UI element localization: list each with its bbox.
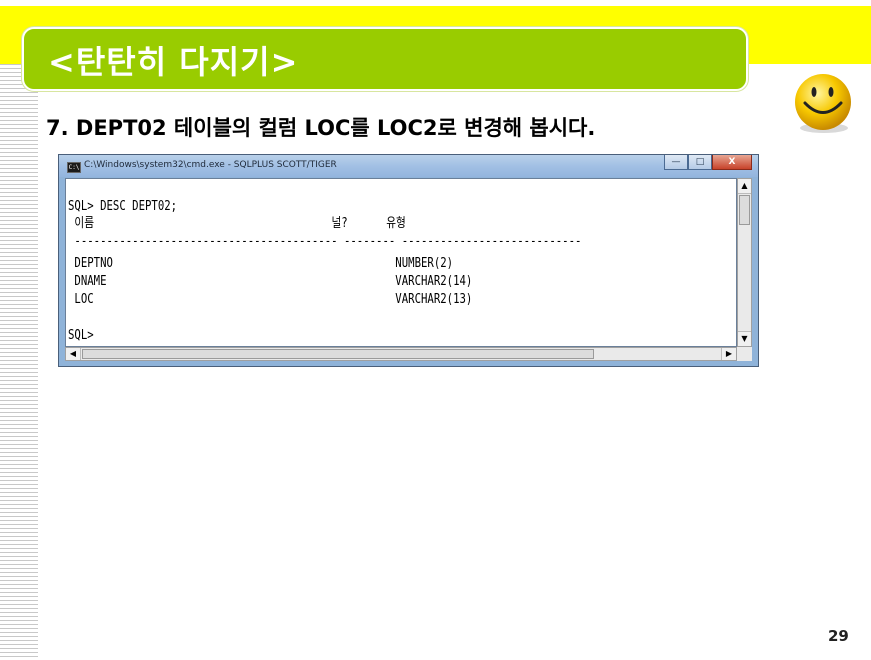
window-controls: — □ X: [664, 155, 752, 171]
question-text: 7. DEPT02 테이블의 컬럼 LOC를 LOC2로 변경해 봅시다.: [46, 116, 596, 140]
page-number: 29: [828, 627, 849, 645]
window-titlebar[interactable]: C:\ C:\Windows\system32\cmd.exe - SQLPLU…: [59, 155, 758, 177]
left-stripe-decoration: [0, 64, 38, 660]
scroll-up-arrow-icon[interactable]: ▲: [738, 179, 751, 194]
scroll-down-arrow-icon[interactable]: ▼: [738, 331, 751, 346]
cmd-icon: C:\: [67, 162, 81, 173]
console-command: SQL> DESC DEPT02;: [68, 199, 178, 214]
console-header: 이름 널? 유형: [68, 216, 406, 231]
slide-title: <탄탄히 다지기>: [48, 43, 299, 81]
close-button[interactable]: X: [712, 155, 752, 170]
vertical-scroll-thumb[interactable]: [739, 195, 750, 225]
console-row-dname: DNAME VARCHAR2(14): [68, 274, 473, 289]
scroll-left-arrow-icon[interactable]: ◀: [66, 348, 81, 360]
console-separator: ----------------------------------------…: [68, 234, 582, 249]
cmd-window[interactable]: C:\ C:\Windows\system32\cmd.exe - SQLPLU…: [58, 154, 759, 367]
console-row-loc: LOC VARCHAR2(13): [68, 292, 473, 307]
horizontal-scrollbar[interactable]: ◀ ▶: [65, 347, 737, 361]
console-output[interactable]: SQL> DESC DEPT02; 이름 널? 유형 -------------…: [65, 178, 737, 347]
horizontal-scroll-thumb[interactable]: [82, 349, 594, 359]
window-title: C:\Windows\system32\cmd.exe - SQLPLUS SC…: [84, 160, 337, 170]
resize-grip-icon[interactable]: [737, 347, 752, 361]
scroll-right-arrow-icon[interactable]: ▶: [721, 348, 736, 360]
maximize-button[interactable]: □: [688, 155, 712, 170]
minimize-button[interactable]: —: [664, 155, 688, 170]
console-row-deptno: DEPTNO NUMBER(2): [68, 256, 454, 271]
vertical-scrollbar[interactable]: ▲ ▼: [737, 178, 752, 347]
top-band-edge: [0, 0, 871, 6]
smiley-face-icon: [795, 74, 851, 133]
title-box: <탄탄히 다지기>: [22, 27, 748, 91]
console-prompt: SQL>: [68, 328, 94, 343]
